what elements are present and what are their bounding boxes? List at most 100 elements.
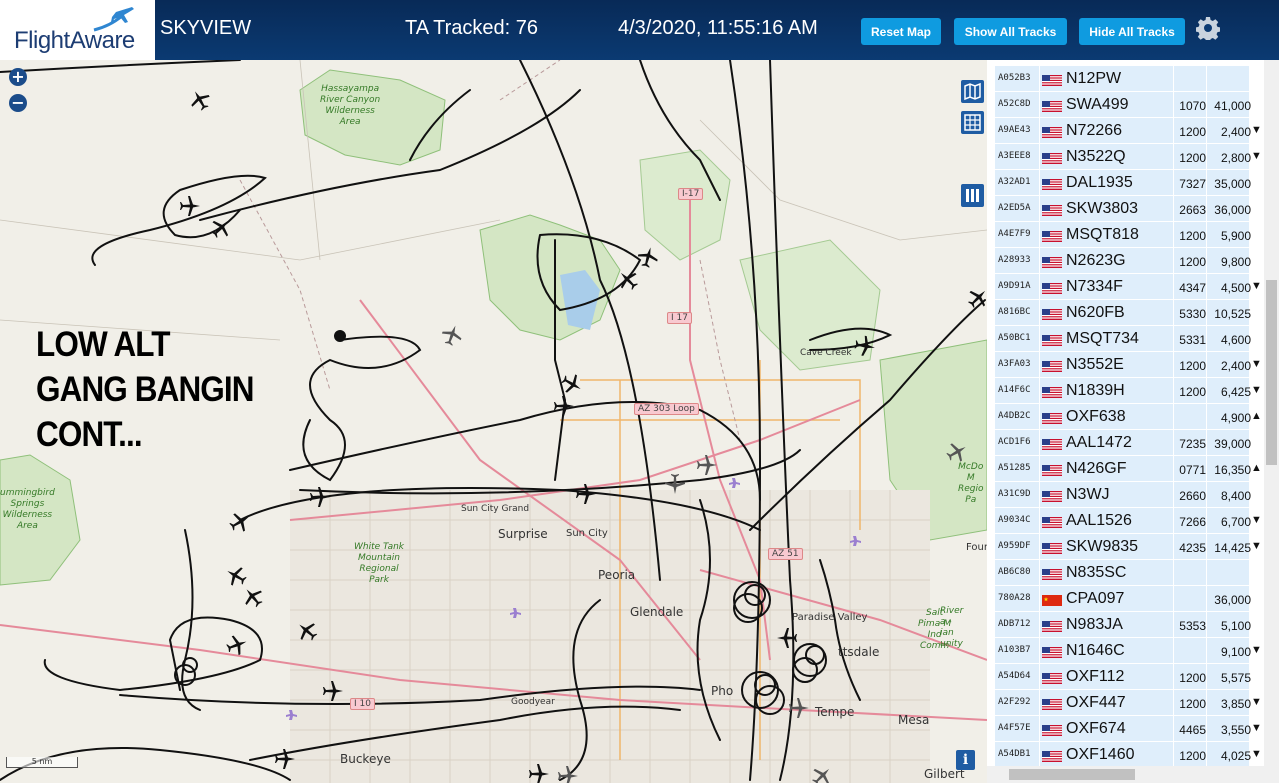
aircraft-icon[interactable]: [787, 696, 811, 720]
aircraft-icon[interactable]: [552, 394, 576, 418]
table-horizontal-scrollbar[interactable]: [987, 766, 1264, 783]
grid-overlay-button[interactable]: [961, 111, 984, 134]
map-view[interactable]: + − LOW ALT GANG BANGIN CONT... Hassayam…: [0, 60, 987, 783]
map-icon: [964, 82, 981, 101]
hex-code: A51285: [998, 463, 1031, 473]
altitude: 5,100: [1220, 619, 1251, 633]
table-row[interactable]: A2ED5A SKW3803 2663 36,000: [995, 196, 1251, 222]
table-row[interactable]: A9D91A N7334F 4347 4,500 ▼: [995, 274, 1262, 300]
table-row[interactable]: A3FA03 N3552E 1200 2,400 ▼: [995, 352, 1262, 378]
usa-flag-icon: [1042, 99, 1062, 112]
squawk: 5331: [1179, 333, 1206, 347]
hex-code: A54DB1: [998, 749, 1031, 759]
aircraft-icon[interactable]: [556, 764, 580, 783]
shield-az303: AZ 303 Loop: [634, 403, 699, 415]
vertical-scroll-thumb[interactable]: [1266, 280, 1277, 465]
table-row[interactable]: A9AE43 N72266 1200 2,400 ▼: [995, 118, 1262, 144]
table-row[interactable]: A959DF SKW9835 4235 14,425 ▼: [995, 534, 1262, 560]
aircraft-icon[interactable]: [321, 679, 345, 703]
aircraft-icon[interactable]: [308, 485, 332, 509]
table-vertical-scrollbar[interactable]: [1264, 60, 1279, 783]
show-all-tracks-button[interactable]: Show All Tracks: [954, 18, 1067, 45]
aircraft-icon[interactable]: [527, 762, 551, 783]
altitude: 14,425: [1214, 541, 1251, 555]
aircraft-icon[interactable]: [851, 332, 879, 360]
altitude: 4,025: [1220, 749, 1251, 763]
callsign: OXF447: [1066, 694, 1126, 711]
info-button[interactable]: i: [956, 750, 975, 770]
callsign: N12PW: [1066, 70, 1122, 87]
squawk: 4235: [1179, 541, 1206, 555]
table-row[interactable]: A103B7 N1646C 9,100 ▼: [995, 638, 1262, 664]
usa-flag-icon: [1042, 281, 1062, 294]
aircraft-icon[interactable]: [775, 626, 799, 650]
table-row[interactable]: A54DB1 OXF1460 1200 4,025 ▼: [995, 742, 1262, 768]
zoom-in-button[interactable]: +: [9, 68, 27, 86]
table-row[interactable]: 780A28 CPA097 36,000: [995, 586, 1251, 612]
altitude-trend-icon: ▼: [1251, 722, 1262, 734]
table-row[interactable]: A32AD1 DAL1935 7327 35,000: [995, 170, 1251, 196]
table-row[interactable]: A28933 N2623G 1200 9,800: [995, 248, 1251, 274]
squawk: 7235: [1179, 437, 1206, 451]
table-row[interactable]: ACD1F6 AAL1472 7235 39,000: [995, 430, 1251, 456]
usa-flag-icon: [1042, 489, 1062, 502]
hex-code: A50BC1: [998, 333, 1031, 343]
table-row[interactable]: A52C8D SWA499 1070 41,000: [995, 92, 1251, 118]
table-row[interactable]: A052B3 N12PW: [995, 66, 1249, 92]
current-datetime: 4/3/2020, 11:55:16 AM: [618, 17, 818, 39]
table-row[interactable]: A4F57E OXF674 4465 3,550 ▼: [995, 716, 1262, 742]
altitude: 8,400: [1220, 489, 1251, 503]
altitude: 41,000: [1214, 99, 1251, 113]
aircraft-icon[interactable]: [663, 472, 687, 496]
columns-toggle-button[interactable]: [961, 184, 984, 207]
aircraft-icon[interactable]: [273, 747, 297, 771]
app-title: SKYVIEW: [160, 17, 252, 39]
aircraft-icon[interactable]: [574, 482, 598, 506]
label-sun-city: Sun City: [566, 528, 608, 539]
aircraft-icon[interactable]: [178, 194, 202, 218]
label-hassayampa: Hassayampa River Canyon Wilderness Area: [320, 84, 381, 127]
hex-code: A3EEE8: [998, 151, 1031, 161]
hide-all-tracks-button[interactable]: Hide All Tracks: [1079, 18, 1185, 45]
usa-flag-icon: [1042, 541, 1062, 554]
table-row[interactable]: A4E7F9 MSQT818 1200 5,900: [995, 222, 1251, 248]
altitude: 16,350: [1214, 463, 1251, 477]
aircraft-icon[interactable]: [695, 453, 719, 477]
callsign: OXF674: [1066, 720, 1126, 737]
top-bar: FlightAware SKYVIEW TA Tracked: 76 4/3/2…: [0, 0, 1279, 60]
table-row[interactable]: A2F292 OXF447 1200 3,850 ▼: [995, 690, 1262, 716]
plane-logo-icon: [93, 7, 134, 32]
squawk: 1200: [1179, 749, 1206, 763]
flightaware-logo[interactable]: FlightAware: [0, 0, 155, 60]
callsign: N7334F: [1066, 278, 1123, 295]
label-tempe: Tempe: [815, 705, 855, 719]
tracked-count: TA Tracked: 76: [405, 17, 539, 39]
label-white-tank: White Tank Mountain Regional Park: [354, 542, 405, 585]
gear-icon[interactable]: [1196, 16, 1220, 40]
table-row[interactable]: AB6C80 N835SC: [995, 560, 1249, 586]
usa-flag-icon: [1042, 177, 1062, 190]
hex-code: A54D64: [998, 671, 1031, 681]
reset-map-button[interactable]: Reset Map: [861, 18, 941, 45]
aircraft-table[interactable]: A052B3 N12PW A52C8D SWA499 1070 41,000 A9AE43 N…: [987, 60, 1279, 783]
table-row[interactable]: A51285 N426GF 0771 16,350 ▲: [995, 456, 1262, 482]
hex-code: A32AD1: [998, 177, 1031, 187]
table-row[interactable]: A9034C AAL1526 7266 6,700 ▼: [995, 508, 1262, 534]
table-row[interactable]: A3EEE8 N3522Q 1200 2,800 ▼: [995, 144, 1262, 170]
table-row[interactable]: ADB712 N983JA 5353 5,100: [995, 612, 1251, 638]
zoom-out-button[interactable]: −: [9, 94, 27, 112]
altitude: 2,400: [1220, 125, 1251, 139]
table-row[interactable]: A54D64 OXF112 1200 5,575: [995, 664, 1251, 690]
table-row[interactable]: A31C9D N3WJ 2660 8,400: [995, 482, 1251, 508]
table-row[interactable]: A4DB2C OXF638 4,900 ▲: [995, 404, 1262, 430]
skyview-app: FlightAware SKYVIEW TA Tracked: 76 4/3/2…: [0, 0, 1279, 783]
callsign: OXF638: [1066, 408, 1126, 425]
map-layer-button[interactable]: [961, 80, 984, 103]
altitude-trend-icon: ▼: [1251, 384, 1262, 396]
table-row[interactable]: A50BC1 MSQT734 5331 4,600: [995, 326, 1251, 352]
table-row[interactable]: A816BC N620FB 5330 10,525: [995, 300, 1251, 326]
altitude-trend-icon: ▼: [1251, 150, 1262, 162]
callsign: OXF1460: [1066, 746, 1135, 763]
table-row[interactable]: A14F6C N1839H 1200 6,425 ▼: [995, 378, 1262, 404]
horizontal-scroll-thumb[interactable]: [1009, 769, 1135, 780]
